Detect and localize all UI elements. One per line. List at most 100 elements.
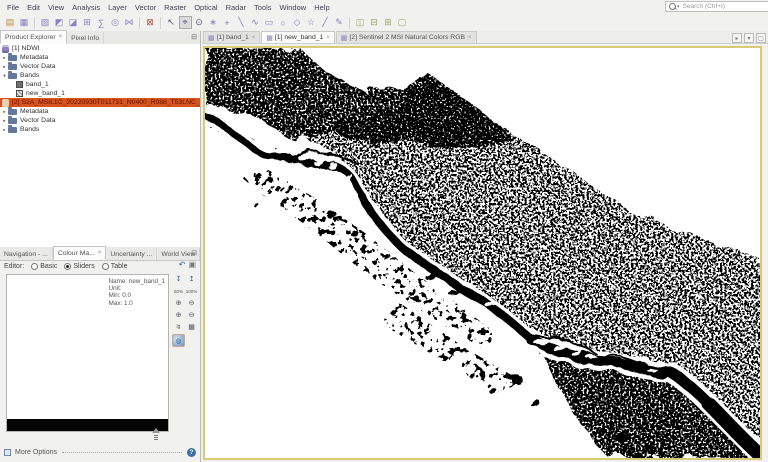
menu-help[interactable]: Help [310, 3, 333, 12]
log-scale-icon[interactable]: lg [173, 322, 185, 332]
minimize-panel-icon[interactable]: ⊟ [191, 33, 197, 41]
doc-tab-new-band-1[interactable]: ▦ [1] new_band_1 × [261, 31, 335, 43]
magic-wand-icon[interactable]: ☆ [305, 16, 318, 29]
chevron-right-icon[interactable]: ▸ [1, 127, 8, 133]
radio-sliders[interactable] [64, 263, 71, 270]
tile-vertically-icon[interactable]: ⊟ [368, 16, 381, 29]
gcp-tool-icon[interactable]: ∗ [207, 16, 220, 29]
doc-tab-band-1[interactable]: ▦ [1] band_1 × [203, 31, 260, 43]
zoom-in-vertical-icon[interactable]: ⊕ [173, 310, 185, 320]
close-icon[interactable]: × [59, 34, 63, 40]
menu-analysis[interactable]: Analysis [68, 3, 104, 12]
open-product-icon[interactable]: ▤ [4, 16, 17, 29]
tree-item-new-band-1[interactable]: new_band_1 [0, 89, 200, 98]
palette-grid-icon[interactable]: ▦ [186, 322, 198, 332]
zoom-tool-icon[interactable]: ⊙ [193, 16, 206, 29]
ellipse-tool-icon[interactable]: ○ [277, 16, 290, 29]
menu-edit[interactable]: Edit [23, 3, 44, 12]
tab-colour-manipulation[interactable]: Colour Ma... × [53, 246, 107, 260]
tab-pixel-info[interactable]: Pixel Info [67, 32, 104, 44]
rectangle-tool-icon[interactable]: ▭ [263, 16, 276, 29]
export-icon[interactable]: ◪ [67, 16, 80, 29]
polyline-tool-icon[interactable]: ∿ [249, 16, 262, 29]
selection-tool-icon[interactable]: ↖ [165, 16, 178, 29]
expand-more-options-icon[interactable] [4, 449, 11, 456]
chevron-down-icon[interactable]: ▾ [1, 73, 8, 79]
tab-navigation[interactable]: Navigation - ... [0, 248, 53, 260]
import-palette-icon[interactable]: ↧ [173, 274, 185, 284]
tree-item-band-1[interactable]: band_1 [0, 80, 200, 89]
tile-horizontally-icon[interactable]: ◫ [354, 16, 367, 29]
chevron-right-icon[interactable]: ▸ [1, 55, 8, 61]
radio-table-label[interactable]: Table [111, 263, 128, 270]
pin-tool-icon[interactable]: + [221, 16, 234, 29]
menu-raster[interactable]: Raster [160, 3, 190, 12]
tile-grid-icon[interactable]: ⊞ [382, 16, 395, 29]
radio-table[interactable] [102, 263, 109, 270]
tree-item-bands-2[interactable]: ▸ Bands [0, 125, 200, 134]
menu-optical[interactable]: Optical [190, 3, 221, 12]
tree-item-metadata[interactable]: ▸ Metadata [0, 53, 200, 62]
menu-vector[interactable]: Vector [131, 3, 160, 12]
tree-item-vector-data-2[interactable]: ▸ Vector Data [0, 116, 200, 125]
menu-file[interactable]: File [3, 3, 23, 12]
doc-tab-sentinel-rgb[interactable]: ▦ [2] Sentinel 2 MSI Natural Colors RGB … [336, 31, 477, 43]
tree-item-product-2-selected[interactable]: [2] S2A_MSIL1C_20220930T011731_N0400_R08… [0, 98, 200, 107]
polygon-tool-icon[interactable]: ◇ [291, 16, 304, 29]
chevron-right-icon[interactable]: ▸ [1, 64, 8, 70]
tree-item-metadata-2[interactable]: ▸ Metadata [0, 107, 200, 116]
tab-list-icon[interactable]: ▾ [744, 33, 754, 43]
tree-item-product-1[interactable]: [1] NDWI [0, 44, 200, 53]
save-product-icon[interactable]: ▦ [18, 16, 31, 29]
ruler-tool-icon[interactable]: ╱ [319, 16, 332, 29]
minimize-panel-icon[interactable]: ⊟ [191, 249, 197, 257]
product-library-icon[interactable]: ⊠ [144, 16, 157, 29]
ndwi-raster-image[interactable] [205, 48, 762, 458]
globe-3d-icon[interactable]: ◍ [172, 334, 185, 347]
chevron-right-icon[interactable]: ▸ [1, 118, 8, 124]
menu-layer[interactable]: Layer [104, 3, 131, 12]
zoom-horizontal-50-icon[interactable]: 50% [173, 286, 185, 296]
chevron-right-icon[interactable]: ▸ [1, 109, 8, 115]
zoom-out-horizontal-icon[interactable]: ⊖ [186, 298, 198, 308]
zoom-in-horizontal-icon[interactable]: ⊕ [173, 298, 185, 308]
export-palette-icon[interactable]: ↥ [186, 274, 198, 284]
image-view[interactable] [203, 46, 762, 460]
subset-icon[interactable]: ⊞ [81, 16, 94, 29]
reset-icon[interactable]: ↶ [179, 260, 186, 269]
tab-product-explorer[interactable]: Product Explorer × [0, 30, 67, 44]
radio-basic-label[interactable]: Basic [40, 263, 57, 270]
pan-tool-icon[interactable]: ⌖ [179, 16, 192, 29]
close-icon[interactable]: × [326, 35, 330, 41]
radio-basic[interactable] [31, 263, 38, 270]
menu-radar[interactable]: Radar [222, 3, 250, 12]
close-icon[interactable]: × [468, 35, 472, 41]
pencil-tool-icon[interactable]: ✎ [333, 16, 346, 29]
close-icon[interactable]: × [98, 250, 102, 256]
maximize-view-icon[interactable]: ▢ [756, 33, 766, 43]
multi-apply-icon[interactable]: ▣ [188, 260, 196, 269]
graph-builder-icon[interactable]: ⋈ [123, 16, 136, 29]
band-maths-icon[interactable]: ∑ [95, 16, 108, 29]
help-icon[interactable]: ? [187, 448, 196, 457]
menu-window[interactable]: Window [276, 3, 311, 12]
line-tool-icon[interactable]: ╲ [235, 16, 248, 29]
import-icon[interactable]: ◩ [53, 16, 66, 29]
tree-item-vector-data[interactable]: ▸ Vector Data [0, 62, 200, 71]
colour-ramp[interactable] [7, 419, 168, 431]
ramp-slider-handle[interactable] [152, 428, 160, 433]
save-session-icon[interactable]: ▧ [39, 16, 52, 29]
zoom-horizontal-100-icon[interactable]: 100% [186, 286, 198, 296]
more-options-label[interactable]: More Options [15, 449, 57, 456]
close-icon[interactable]: × [252, 35, 256, 41]
tree-item-bands[interactable]: ▾ Bands [0, 71, 200, 80]
radio-sliders-label[interactable]: Sliders [73, 263, 94, 270]
menu-view[interactable]: View [44, 3, 68, 12]
menu-tools[interactable]: Tools [250, 3, 276, 12]
reprojection-icon[interactable]: ◎ [109, 16, 122, 29]
zoom-out-vertical-icon[interactable]: ⊖ [186, 310, 198, 320]
tile-single-icon[interactable]: ▢ [396, 16, 409, 29]
scroll-tabs-icon[interactable]: ▸ [732, 33, 742, 43]
search-input[interactable]: ▾ Search (Ctrl+I) [665, 1, 768, 12]
tab-uncertainty[interactable]: Uncertainty ... [106, 248, 157, 260]
